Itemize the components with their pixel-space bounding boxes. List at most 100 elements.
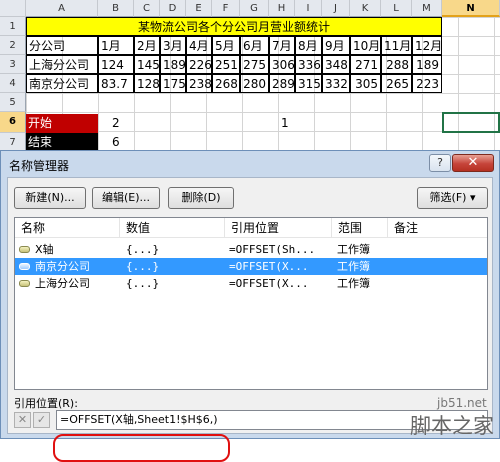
data-cell[interactable]: 226 — [186, 55, 212, 74]
name-row-name: X轴 — [35, 243, 54, 256]
data-cell[interactable]: 268 — [212, 74, 240, 93]
edit-name-button[interactable]: 编辑(E)... — [92, 187, 160, 209]
data-cell[interactable]: 238 — [186, 74, 212, 93]
month-header-cell[interactable]: 6月 — [240, 36, 269, 55]
end-value-b[interactable]: 6 — [110, 133, 134, 150]
active-cell-n6[interactable] — [442, 112, 500, 133]
defined-name-icon — [19, 246, 30, 253]
header-label-cell[interactable]: 分公司 — [26, 36, 98, 55]
confirm-edit-icon[interactable]: ✓ — [33, 412, 50, 428]
title-cell[interactable]: 某物流公司各个分公司月营业额统计 — [26, 17, 442, 36]
month-header-cell[interactable]: 8月 — [295, 36, 322, 55]
data-cell[interactable]: 336 — [295, 55, 322, 74]
data-cell[interactable]: 280 — [240, 74, 269, 93]
data-cell[interactable]: 271 — [350, 55, 381, 74]
name-row-scope: 工作簿 — [337, 260, 370, 273]
name-list-row[interactable]: X轴 {...} =OFFSET(Sh... 工作簿 — [15, 241, 487, 258]
column-header-l[interactable]: L — [381, 0, 412, 17]
column-header-n[interactable]: N — [442, 0, 500, 17]
data-cell[interactable]: 348 — [322, 55, 350, 74]
data-cell[interactable]: 305 — [350, 74, 381, 93]
row-header-3[interactable]: 3 — [0, 55, 26, 74]
month-header-cell[interactable]: 5月 — [212, 36, 240, 55]
filter-button[interactable]: 筛选(F) ▾ — [417, 187, 488, 209]
name-row-value: {...} — [126, 243, 160, 256]
name-row-refers-to: =OFFSET(Sh... — [229, 243, 316, 256]
start-value-h[interactable]: 1 — [279, 114, 295, 133]
row-header-5[interactable]: 5 — [0, 93, 26, 112]
row-header-2[interactable]: 2 — [0, 36, 26, 55]
names-list[interactable]: 名称 数值 引用位置 范围 备注 X轴 {...} =OFFSET(Sh... 工作簿… — [14, 217, 488, 390]
cancel-edit-icon[interactable]: ✕ — [14, 412, 31, 428]
month-header-cell[interactable]: 7月 — [269, 36, 295, 55]
end-label-cell[interactable]: 结束 — [26, 133, 98, 150]
close-button[interactable]: ✕ — [452, 154, 494, 172]
column-header-b[interactable]: B — [98, 0, 134, 17]
column-header-c[interactable]: C — [134, 0, 160, 17]
data-cell[interactable]: 189 — [412, 55, 442, 74]
column-header-d[interactable]: D — [160, 0, 186, 17]
data-cell[interactable]: 288 — [381, 55, 412, 74]
name-row-refers-to: =OFFSET(X... — [229, 260, 309, 273]
column-header-k[interactable]: K — [350, 0, 381, 17]
month-header-cell[interactable]: 3月 — [160, 36, 186, 55]
column-header-i[interactable]: I — [295, 0, 322, 17]
name-row-scope: 工作簿 — [337, 277, 370, 290]
list-header-scope[interactable]: 范围 — [332, 218, 388, 238]
defined-name-icon — [19, 280, 30, 287]
column-header-e[interactable]: E — [186, 0, 212, 17]
column-header-h[interactable]: H — [269, 0, 295, 17]
month-header-cell[interactable]: 1月 — [98, 36, 134, 55]
column-header-m[interactable]: M — [412, 0, 442, 17]
new-name-button[interactable]: 新建(N)... — [14, 187, 86, 209]
data-cell[interactable]: 175 — [160, 74, 186, 93]
name-list-row[interactable]: 上海分公司 {...} =OFFSET(X... 工作簿 — [15, 275, 487, 292]
data-cell[interactable]: 145 — [134, 55, 160, 74]
name-row-name: 上海分公司 — [35, 277, 90, 290]
data-cell[interactable]: 275 — [240, 55, 269, 74]
month-header-cell[interactable]: 11月 — [381, 36, 412, 55]
data-cell[interactable]: 189 — [160, 55, 186, 74]
data-cell[interactable]: 124 — [98, 55, 134, 74]
row-header-6[interactable]: 6 — [0, 112, 26, 133]
delete-name-button[interactable]: 删除(D) — [168, 187, 234, 209]
data-cell[interactable]: 128 — [134, 74, 160, 93]
column-header-f[interactable]: F — [212, 0, 240, 17]
data-cell[interactable]: 315 — [295, 74, 322, 93]
list-header-comment[interactable]: 备注 — [388, 218, 487, 238]
month-header-cell[interactable]: 9月 — [322, 36, 350, 55]
column-header-g[interactable]: G — [240, 0, 269, 17]
row-label-nanjing[interactable]: 南京分公司 — [26, 74, 98, 93]
data-cell[interactable]: 251 — [212, 55, 240, 74]
name-row-value: {...} — [126, 260, 160, 273]
data-cell[interactable]: 83.7 — [98, 74, 134, 93]
defined-name-icon — [19, 263, 30, 270]
row-header-1[interactable]: 1 — [0, 17, 26, 36]
name-list-row[interactable]: 南京分公司 {...} =OFFSET(X... 工作簿 — [15, 258, 487, 275]
row-label-shanghai[interactable]: 上海分公司 — [26, 55, 98, 74]
month-header-cell[interactable]: 2月 — [134, 36, 160, 55]
data-cell[interactable]: 306 — [269, 55, 295, 74]
column-header-a[interactable]: A — [26, 0, 98, 17]
row-header-4[interactable]: 4 — [0, 74, 26, 93]
data-cell[interactable]: 289 — [269, 74, 295, 93]
data-cell[interactable]: 265 — [381, 74, 412, 93]
list-header-refers-to[interactable]: 引用位置 — [225, 218, 332, 238]
row-header-7[interactable]: 7 — [0, 133, 26, 150]
refers-to-label: 引用位置(R): — [14, 397, 78, 410]
list-header-name[interactable]: 名称 — [15, 218, 120, 238]
dialog-titlebar[interactable]: 名称管理器 ? ✕ — [1, 151, 499, 177]
watermark-url: jb51.net — [437, 396, 487, 410]
month-header-cell[interactable]: 4月 — [186, 36, 212, 55]
start-label-cell[interactable]: 开始 — [26, 114, 98, 133]
start-value-b[interactable]: 2 — [110, 114, 134, 133]
month-header-cell[interactable]: 10月 — [350, 36, 381, 55]
list-header-value[interactable]: 数值 — [120, 218, 225, 238]
month-header-cell[interactable]: 12月 — [412, 36, 442, 55]
watermark-logo-text: 脚本之家 — [410, 414, 494, 438]
help-button[interactable]: ? — [429, 154, 451, 172]
select-all-corner[interactable] — [0, 0, 26, 17]
data-cell[interactable]: 223 — [412, 74, 442, 93]
data-cell[interactable]: 332 — [322, 74, 350, 93]
column-header-j[interactable]: J — [322, 0, 350, 17]
